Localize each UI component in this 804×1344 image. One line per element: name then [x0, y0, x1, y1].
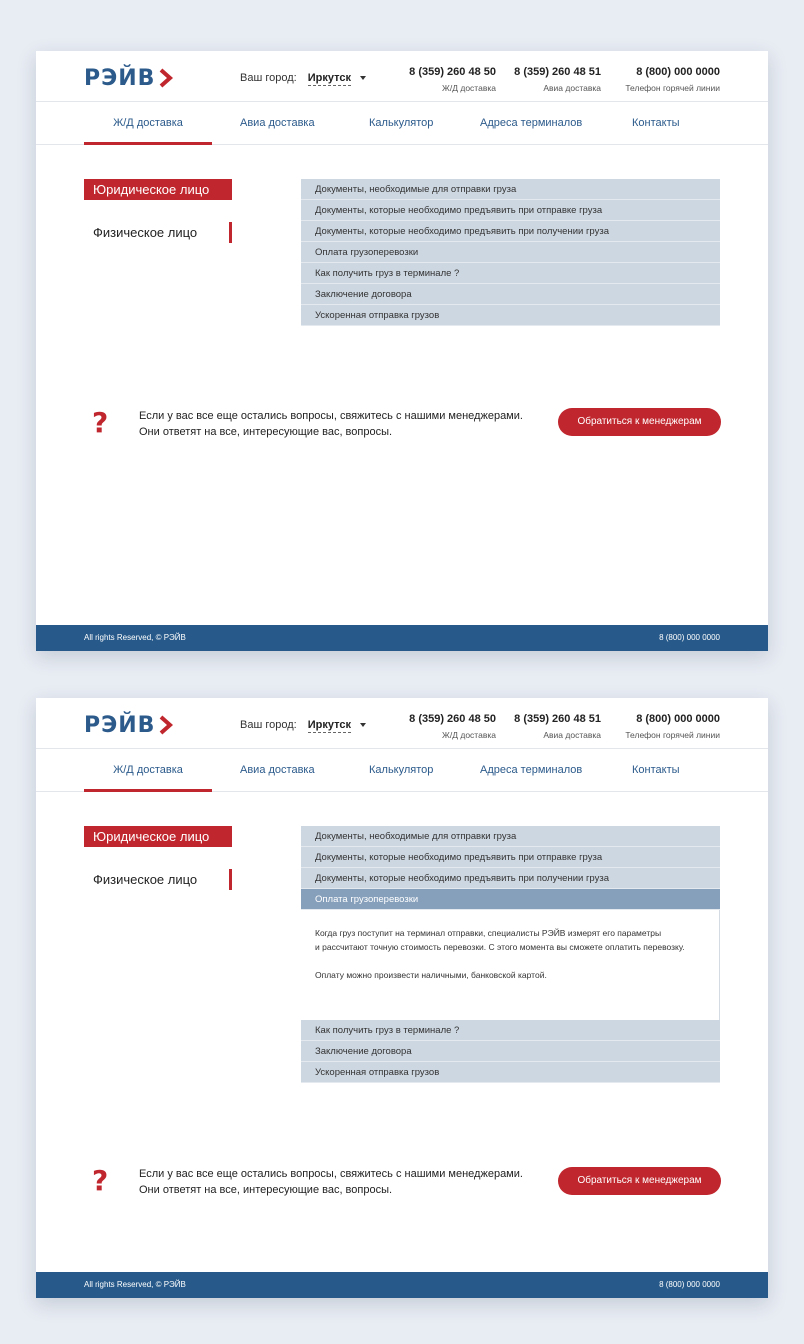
accordion-panel: Когда груз поступит на терминал отправки…	[301, 910, 720, 1020]
side-tab-legal[interactable]: Юридическое лицо	[84, 826, 232, 847]
city-value[interactable]: Иркутск	[307, 72, 352, 86]
panel-line-3: Оплату можно произвести наличными, банко…	[315, 970, 547, 980]
accordion: Документы, необходимые для отправки груз…	[301, 826, 720, 1083]
panel-line-2: и рассчитают точную стоимость перевозки.…	[315, 942, 685, 952]
contact-managers-button[interactable]: Обратиться к менеджерам	[558, 408, 721, 436]
question-line-2: Они ответят на все, интересующие вас, во…	[139, 426, 393, 438]
logo[interactable]: РЭЙВ	[84, 712, 174, 738]
logo-text: РЭЙВ	[84, 65, 156, 91]
city-label: Ваш город:	[240, 719, 297, 731]
copyright: All rights Reserved, © РЭЙВ	[84, 1280, 186, 1289]
accordion-item[interactable]: Ускоренная отправка грузов	[301, 305, 720, 326]
phone-caption: Авиа доставка	[543, 83, 601, 93]
footer: All rights Reserved, © РЭЙВ 8 (800) 000 …	[36, 1272, 768, 1298]
logo-chevron-icon	[160, 715, 174, 735]
panel-line-1: Когда груз поступит на терминал отправки…	[315, 928, 662, 938]
phone-hotline: 8 (800) 000 0000 Телефон горячей линии	[625, 713, 720, 740]
question-text: Если у вас все еще остались вопросы, свя…	[139, 1166, 523, 1198]
phone-caption: Телефон горячей линии	[625, 83, 720, 93]
side-tab-individual[interactable]: Физическое лицо	[84, 869, 232, 890]
accordion-item-expanded[interactable]: Оплата грузоперевозки	[301, 889, 720, 910]
tab-terminals[interactable]: Адреса терминалов	[480, 102, 582, 145]
accordion-item[interactable]: Документы, которые необходимо предъявить…	[301, 868, 720, 889]
accordion-item[interactable]: Документы, необходимые для отправки груз…	[301, 179, 720, 200]
chevron-down-icon[interactable]	[360, 723, 367, 728]
city-value[interactable]: Иркутск	[307, 719, 352, 733]
phone-rail: 8 (359) 260 48 50 Ж/Д доставка	[409, 66, 496, 93]
accordion-item[interactable]: Документы, которые необходимо предъявить…	[301, 200, 720, 221]
phone-caption: Ж/Д доставка	[442, 83, 496, 93]
phone-caption: Ж/Д доставка	[442, 730, 496, 740]
main-nav: Ж/Д доставка Авиа доставка Калькулятор А…	[36, 102, 768, 145]
question-mark-icon: ?	[92, 406, 109, 439]
accordion-item[interactable]: Документы, необходимые для отправки груз…	[301, 826, 720, 847]
phone-number[interactable]: 8 (359) 260 48 50	[409, 713, 496, 725]
accordion-item[interactable]: Оплата грузоперевозки	[301, 242, 720, 263]
tab-rail-delivery[interactable]: Ж/Д доставка	[84, 102, 212, 145]
phone-number[interactable]: 8 (359) 260 48 51	[514, 66, 601, 78]
tab-calculator[interactable]: Калькулятор	[369, 102, 433, 145]
question-mark-icon: ?	[92, 1164, 109, 1197]
chevron-down-icon[interactable]	[360, 76, 367, 81]
accordion-item[interactable]: Как получить груз в терминале ?	[301, 263, 720, 284]
tab-contacts[interactable]: Контакты	[632, 102, 680, 145]
city-label: Ваш город:	[240, 72, 297, 84]
accordion-item[interactable]: Документы, которые необходимо предъявить…	[301, 221, 720, 242]
accordion-item[interactable]: Документы, которые необходимо предъявить…	[301, 847, 720, 868]
accordion-item[interactable]: Ускоренная отправка грузов	[301, 1062, 720, 1083]
phone-number[interactable]: 8 (359) 260 48 51	[514, 713, 601, 725]
city-selector[interactable]: Ваш город: Иркутск	[240, 719, 367, 733]
tab-contacts[interactable]: Контакты	[632, 749, 680, 792]
accordion-item[interactable]: Заключение договора	[301, 1041, 720, 1062]
phone-rail: 8 (359) 260 48 50 Ж/Д доставка	[409, 713, 496, 740]
copyright: All rights Reserved, © РЭЙВ	[84, 633, 186, 642]
city-selector[interactable]: Ваш город: Иркутск	[240, 72, 367, 86]
page-view-expanded: РЭЙВ Ваш город: Иркутск 8 (359) 260 48 5…	[36, 698, 768, 1298]
footer-phone[interactable]: 8 (800) 000 0000	[659, 633, 720, 642]
phone-air: 8 (359) 260 48 51 Авиа доставка	[514, 713, 601, 740]
tab-air-delivery[interactable]: Авиа доставка	[240, 749, 315, 792]
phone-hotline: 8 (800) 000 0000 Телефон горячей линии	[625, 66, 720, 93]
panel-text: Когда груз поступит на терминал отправки…	[315, 926, 705, 954]
footer: All rights Reserved, © РЭЙВ 8 (800) 000 …	[36, 625, 768, 651]
phone-number[interactable]: 8 (800) 000 0000	[625, 713, 720, 725]
question-line-1: Если у вас все еще остались вопросы, свя…	[139, 410, 523, 422]
accordion-item[interactable]: Как получить груз в терминале ?	[301, 1020, 720, 1041]
phone-number[interactable]: 8 (359) 260 48 50	[409, 66, 496, 78]
question-line-2: Они ответят на все, интересующие вас, во…	[139, 1184, 393, 1196]
tab-calculator[interactable]: Калькулятор	[369, 749, 433, 792]
tab-rail-delivery[interactable]: Ж/Д доставка	[84, 749, 212, 792]
side-tab-legal[interactable]: Юридическое лицо	[84, 179, 232, 200]
accordion-item[interactable]: Заключение договора	[301, 284, 720, 305]
header: РЭЙВ Ваш город: Иркутск 8 (359) 260 48 5…	[36, 51, 768, 102]
phone-caption: Авиа доставка	[543, 730, 601, 740]
question-line-1: Если у вас все еще остались вопросы, свя…	[139, 1168, 523, 1180]
tab-terminals[interactable]: Адреса терминалов	[480, 749, 582, 792]
header: РЭЙВ Ваш город: Иркутск 8 (359) 260 48 5…	[36, 698, 768, 749]
logo[interactable]: РЭЙВ	[84, 65, 174, 91]
footer-phone[interactable]: 8 (800) 000 0000	[659, 1280, 720, 1289]
logo-text: РЭЙВ	[84, 712, 156, 738]
phone-air: 8 (359) 260 48 51 Авиа доставка	[514, 66, 601, 93]
contact-managers-button[interactable]: Обратиться к менеджерам	[558, 1167, 721, 1195]
logo-chevron-icon	[160, 68, 174, 88]
phone-caption: Телефон горячей линии	[625, 730, 720, 740]
side-tab-individual[interactable]: Физическое лицо	[84, 222, 232, 243]
phone-number[interactable]: 8 (800) 000 0000	[625, 66, 720, 78]
tab-air-delivery[interactable]: Авиа доставка	[240, 102, 315, 145]
page-view-collapsed: РЭЙВ Ваш город: Иркутск 8 (359) 260 48 5…	[36, 51, 768, 651]
main-nav: Ж/Д доставка Авиа доставка Калькулятор А…	[36, 749, 768, 792]
accordion: Документы, необходимые для отправки груз…	[301, 179, 720, 326]
question-text: Если у вас все еще остались вопросы, свя…	[139, 408, 523, 440]
